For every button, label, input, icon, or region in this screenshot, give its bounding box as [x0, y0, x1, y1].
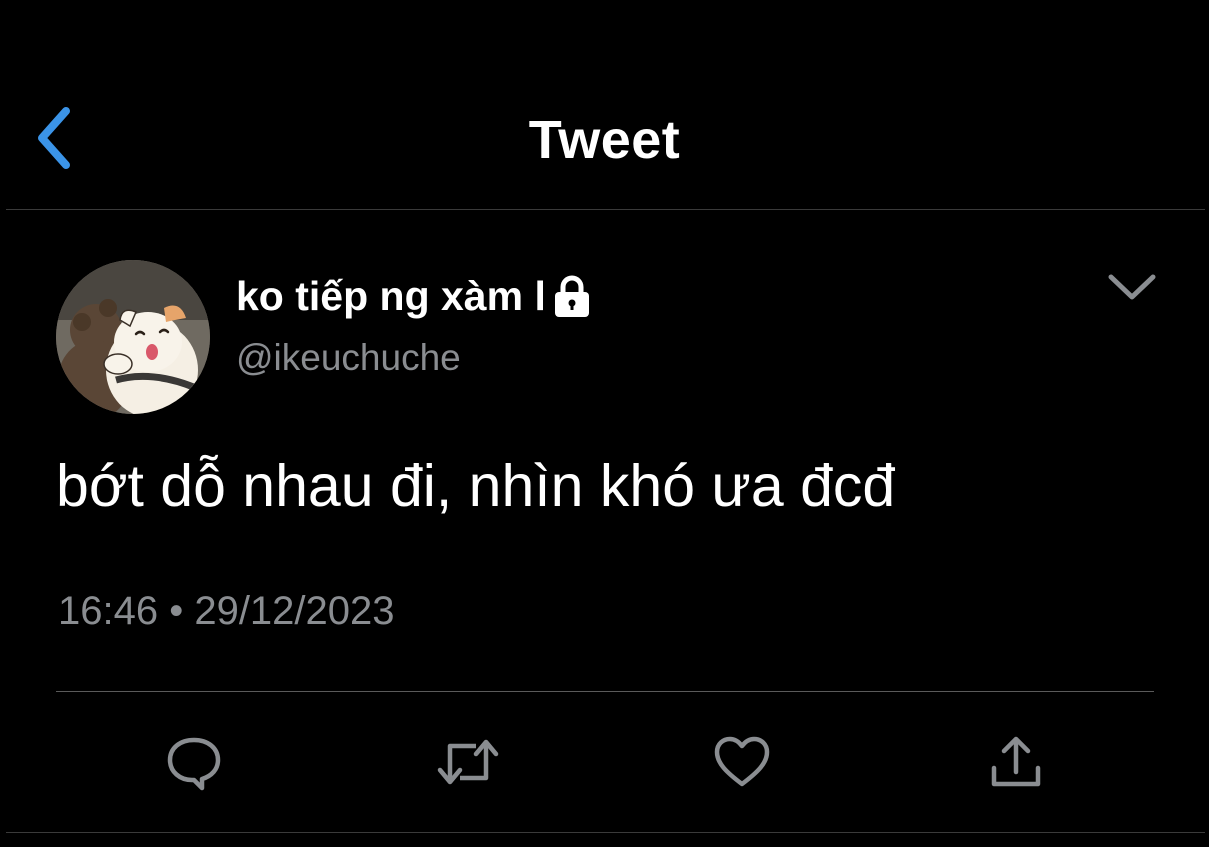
reply-button[interactable] [162, 730, 226, 794]
tweet-text: bớt dỗ nhau đi, nhìn khó ưa đcđ [56, 453, 896, 519]
header-divider [6, 209, 1205, 210]
lock-icon [550, 273, 594, 319]
author-name-row[interactable]: ko tiếp ng xàm l [236, 270, 594, 322]
tweet-timestamp: 16:46 • 29/12/2023 [58, 589, 395, 633]
reply-icon [167, 737, 221, 791]
like-button[interactable] [710, 730, 774, 794]
top-bar: Tweet [0, 0, 1209, 210]
heart-icon [714, 736, 770, 787]
actions-divider [56, 691, 1154, 692]
retweet-icon [437, 739, 499, 785]
author-handle[interactable]: @ikeuchuche [236, 334, 461, 382]
share-icon [991, 736, 1041, 787]
more-options-button[interactable] [1100, 262, 1164, 312]
retweet-button[interactable] [436, 730, 500, 794]
chevron-down-icon [1108, 274, 1156, 300]
display-name: ko tiếp ng xàm l [236, 273, 546, 319]
avatar[interactable] [56, 260, 210, 414]
page-title: Tweet [528, 110, 681, 170]
bottom-divider [6, 832, 1205, 833]
share-button[interactable] [984, 730, 1048, 794]
avatar-illustration [56, 260, 210, 414]
